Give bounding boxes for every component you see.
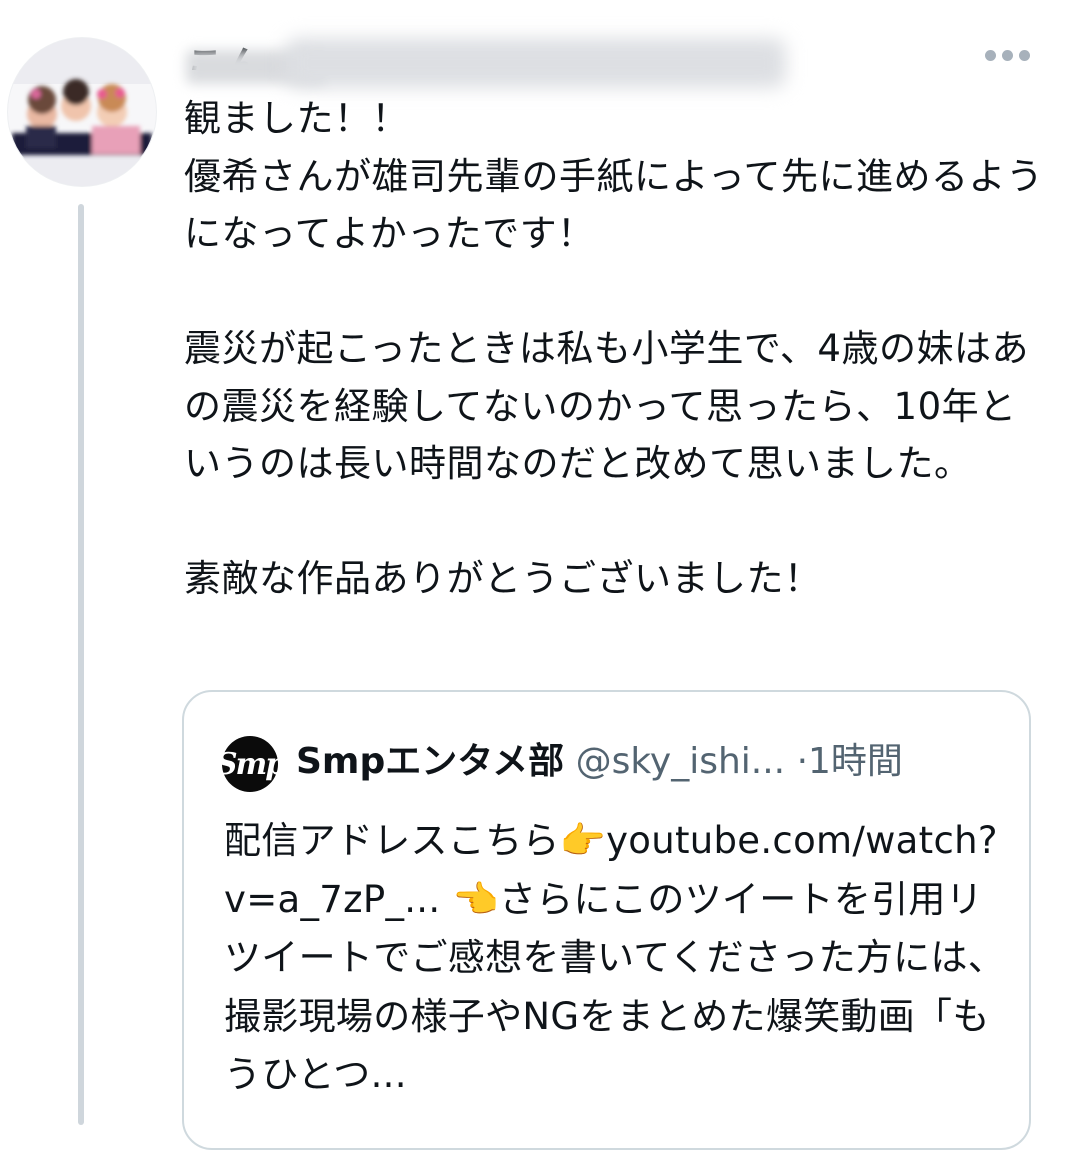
avatar-logo: Smp [215, 746, 286, 782]
author-avatar[interactable] [8, 38, 156, 186]
separator-dot: · [796, 741, 809, 782]
tweet-text: 観ました！！ 優希さんが雄司先輩の手紙によって先に進めるようになってよかったです… [184, 97, 1044, 600]
quoted-tweet-header: Smpエンタメ部 @sky_ishi... ·1時間 [296, 734, 903, 790]
tweet-header: こん [186, 30, 806, 88]
quoted-author-handle[interactable]: @sky_ishi... [576, 741, 786, 782]
dot [1019, 50, 1030, 61]
profile-photo [8, 38, 156, 186]
thread-line [78, 204, 84, 1125]
quoted-tweet-card[interactable]: Smp Smpエンタメ部 @sky_ishi... ·1時間 配信アドレスこちら… [182, 690, 1031, 1150]
more-horizontal-icon[interactable] [985, 50, 1030, 64]
redacted-handle-blur [286, 38, 786, 88]
dot [1002, 50, 1013, 61]
dot [985, 50, 996, 61]
quoted-author-name[interactable]: Smpエンタメ部 [296, 741, 564, 782]
quoted-tweet-text: 配信アドレスこちら👉youtube.com/watch?v=a_7zP_... … [224, 819, 1006, 1096]
quoted-timestamp[interactable]: 1時間 [808, 741, 903, 782]
quoted-author-avatar[interactable]: Smp [216, 736, 286, 792]
